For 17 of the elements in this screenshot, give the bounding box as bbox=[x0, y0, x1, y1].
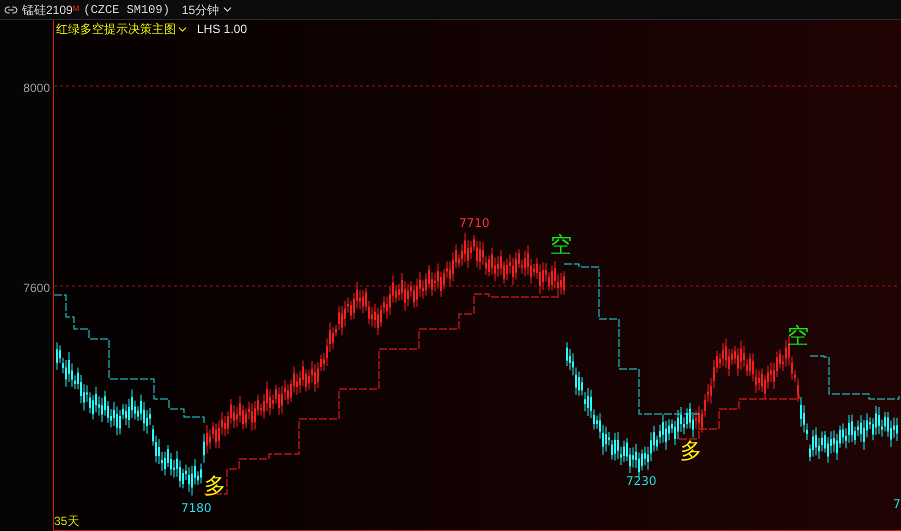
scale-label: LHS 1.00 bbox=[197, 21, 248, 38]
signal-marker: 空 bbox=[787, 326, 809, 348]
indicator-dropdown[interactable]: 红绿多空提示决策主图 bbox=[56, 20, 189, 38]
market-label: M bbox=[72, 3, 80, 15]
signal-marker: 空 bbox=[550, 235, 572, 257]
price-label: 7230 bbox=[626, 473, 657, 489]
price-label: 7 bbox=[893, 496, 901, 512]
symbol-name: 锰硅2109 bbox=[22, 2, 73, 18]
contract-code: (CZCE SM109) bbox=[83, 2, 170, 18]
period-dropdown[interactable]: 15分钟 bbox=[182, 0, 234, 18]
price-axis-label: 8000 bbox=[23, 80, 50, 97]
price-label: 7180 bbox=[181, 500, 212, 516]
price-axis-label: 7600 bbox=[23, 280, 50, 297]
signal-marker: 多 bbox=[204, 476, 226, 498]
price-label: 7710 bbox=[459, 215, 490, 231]
signal-marker: 多 bbox=[680, 441, 702, 463]
range-label: 35天 bbox=[54, 513, 80, 530]
